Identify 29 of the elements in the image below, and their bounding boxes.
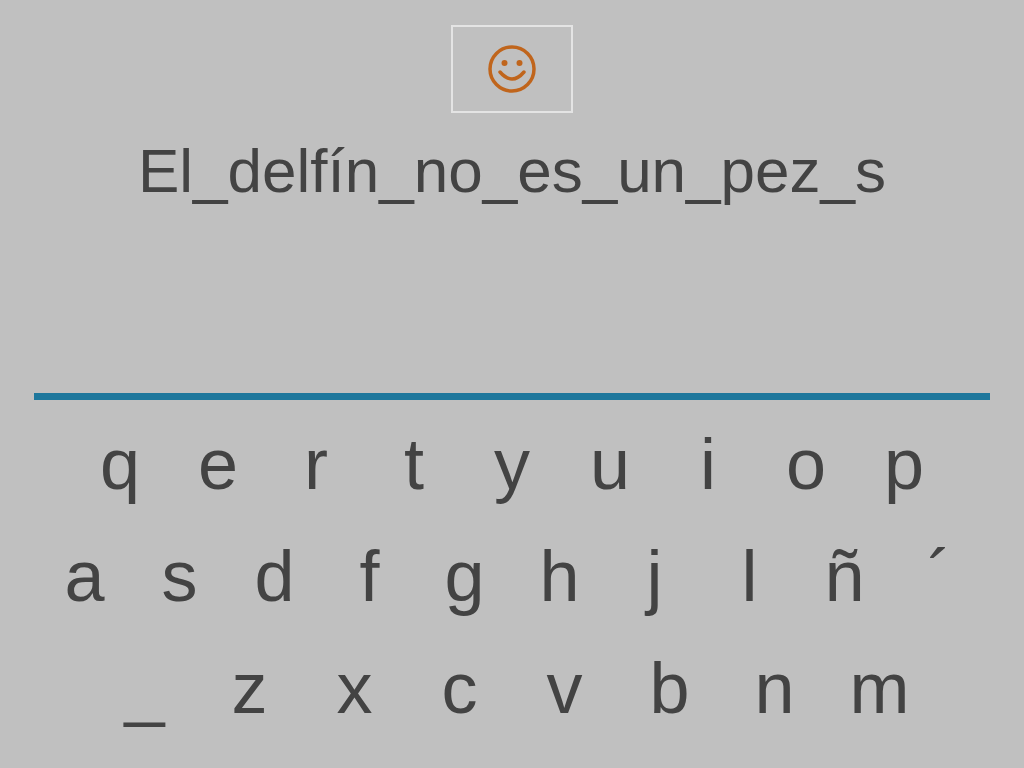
letter-key[interactable]: f xyxy=(322,531,417,621)
letter-key[interactable]: g xyxy=(417,531,512,621)
letter-key[interactable]: a xyxy=(37,531,132,621)
letter-key[interactable]: y xyxy=(463,419,561,509)
letter-key[interactable]: b xyxy=(617,643,722,733)
letter-key[interactable]: n xyxy=(722,643,827,733)
letter-key[interactable]: j xyxy=(607,531,702,621)
letter-key[interactable]: o xyxy=(757,419,855,509)
letter-key[interactable]: u xyxy=(561,419,659,509)
letter-key[interactable]: p xyxy=(855,419,953,509)
letter-key[interactable]: r xyxy=(267,419,365,509)
letter-key[interactable]: t xyxy=(365,419,463,509)
letter-key[interactable]: v xyxy=(512,643,617,733)
letter-key[interactable]: ´ xyxy=(892,531,987,621)
letter-key[interactable]: m xyxy=(827,643,932,733)
smiley-icon xyxy=(487,44,537,94)
letter-key[interactable]: e xyxy=(169,419,267,509)
sentence-text: El_delfín_no_es_un_pez_s xyxy=(137,135,887,207)
letter-key[interactable]: z xyxy=(197,643,302,733)
letter-key[interactable]: l xyxy=(702,531,797,621)
letter-key[interactable]: _ xyxy=(92,643,197,733)
letter-key[interactable]: ñ xyxy=(797,531,892,621)
letter-key[interactable]: c xyxy=(407,643,512,733)
letter-key[interactable]: q xyxy=(71,419,169,509)
letter-key[interactable]: d xyxy=(227,531,322,621)
letter-key[interactable]: s xyxy=(132,531,227,621)
letter-key[interactable]: i xyxy=(659,419,757,509)
letter-key[interactable]: x xyxy=(302,643,407,733)
letter-key[interactable]: h xyxy=(512,531,607,621)
